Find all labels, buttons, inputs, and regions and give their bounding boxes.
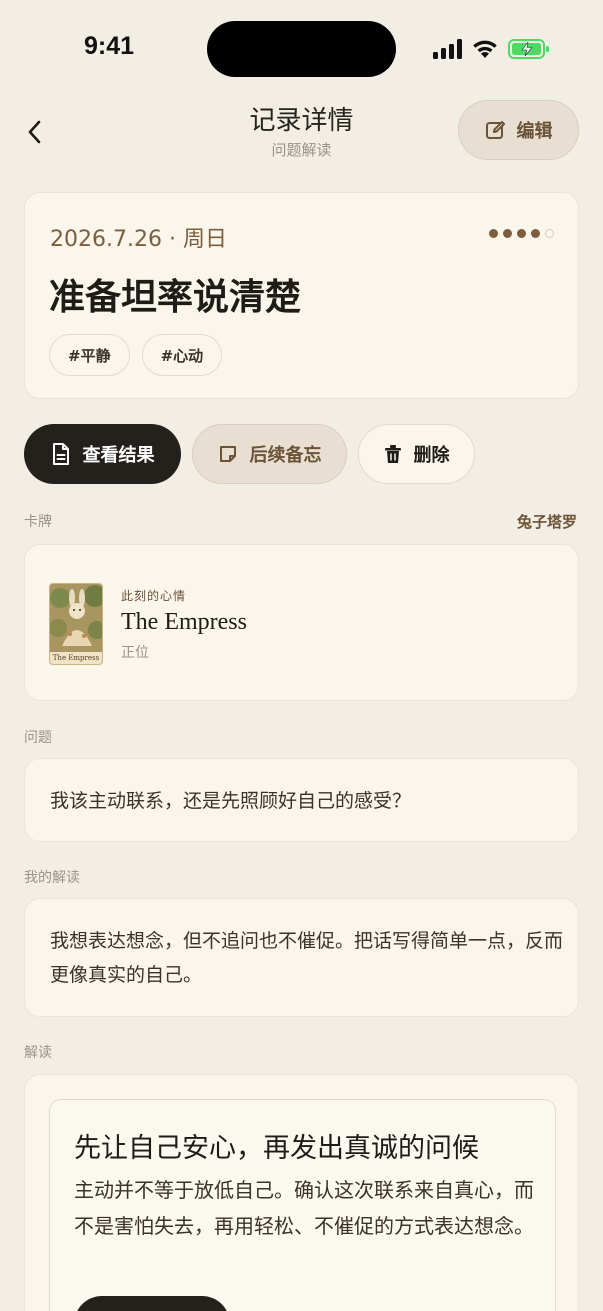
interpretation-action-button[interactable] — [74, 1296, 230, 1311]
section-label-interpretation: 解读 — [24, 1045, 52, 1061]
follow-up-note-button[interactable]: 后续备忘 — [192, 424, 347, 484]
mood-label: 此刻的心情 — [121, 589, 187, 603]
record-date: 2026.7.26 · 周日 — [50, 227, 227, 252]
rating-dots — [489, 229, 554, 238]
edit-label: 编辑 — [516, 121, 553, 142]
my-reading-text: 我想表达想念，但不追问也不催促。把话写得简单一点，反而更像真实的自己。 — [50, 930, 564, 986]
cellular-signal-icon — [433, 39, 462, 59]
interpretation-title: 先让自己安心，再发出真诚的问候 — [74, 1133, 479, 1164]
record-summary-card: 2026.7.26 · 周日 准备坦率说清楚 #平静 #心动 — [24, 192, 579, 399]
battery-charging-icon — [508, 39, 549, 59]
my-reading-card: 我想表达想念，但不追问也不催促。把话写得简单一点，反而更像真实的自己。 — [24, 898, 579, 1017]
edit-button[interactable]: 编辑 — [458, 100, 579, 160]
interpretation-card: 先让自己安心，再发出真诚的问候 主动并不等于放低自己。确认这次联系来自真心，而不… — [24, 1074, 579, 1311]
view-result-button[interactable]: 查看结果 — [24, 424, 181, 484]
wifi-icon — [473, 40, 497, 58]
delete-label: 删除 — [413, 445, 450, 466]
card-orientation: 正位 — [121, 645, 149, 661]
question-text: 我该主动联系，还是先照顾好自己的感受？ — [50, 790, 412, 812]
status-bar: 9:41 — [0, 0, 603, 90]
edit-icon — [485, 121, 505, 139]
section-label-question: 问题 — [24, 730, 52, 746]
follow-up-note-label: 后续备忘 — [249, 445, 322, 466]
section-label-my-reading: 我的解读 — [24, 870, 80, 886]
rating-dot-filled — [503, 229, 512, 238]
section-label-cards: 卡牌 — [24, 514, 52, 530]
tarot-card-caption: The Empress — [50, 652, 102, 664]
deck-name[interactable]: 兔子塔罗 — [517, 511, 577, 532]
tarot-card-panel[interactable]: The Empress 此刻的心情 The Empress 正位 — [24, 544, 579, 701]
dynamic-island — [207, 21, 396, 77]
sticky-note-icon — [219, 446, 236, 462]
tarot-card-image[interactable]: The Empress — [49, 583, 103, 665]
tag-chip[interactable]: #平静 — [49, 334, 130, 376]
tag-list: #平静 #心动 — [49, 334, 223, 376]
question-card: 我该主动联系，还是先照顾好自己的感受？ — [24, 758, 579, 842]
document-icon — [52, 443, 69, 465]
record-title: 准备坦率说清楚 — [49, 277, 302, 318]
trash-icon — [384, 445, 401, 463]
delete-button[interactable]: 删除 — [358, 424, 475, 484]
status-time: 9:41 — [84, 32, 135, 60]
rating-dot-empty — [545, 229, 554, 238]
rating-dot-filled — [489, 229, 498, 238]
tag-chip[interactable]: #心动 — [141, 334, 223, 376]
rating-dot-filled — [531, 229, 540, 238]
view-result-label: 查看结果 — [82, 445, 155, 466]
interpretation-panel: 先让自己安心，再发出真诚的问候 主动并不等于放低自己。确认这次联系来自真心，而不… — [49, 1099, 556, 1311]
interpretation-body: 主动并不等于放低自己。确认这次联系来自真心，而不是害怕失去，再用轻松、不催促的方… — [74, 1178, 534, 1238]
card-name: The Empress — [121, 609, 247, 635]
rating-dot-filled — [517, 229, 526, 238]
rabbit-empress-illustration — [50, 584, 102, 654]
